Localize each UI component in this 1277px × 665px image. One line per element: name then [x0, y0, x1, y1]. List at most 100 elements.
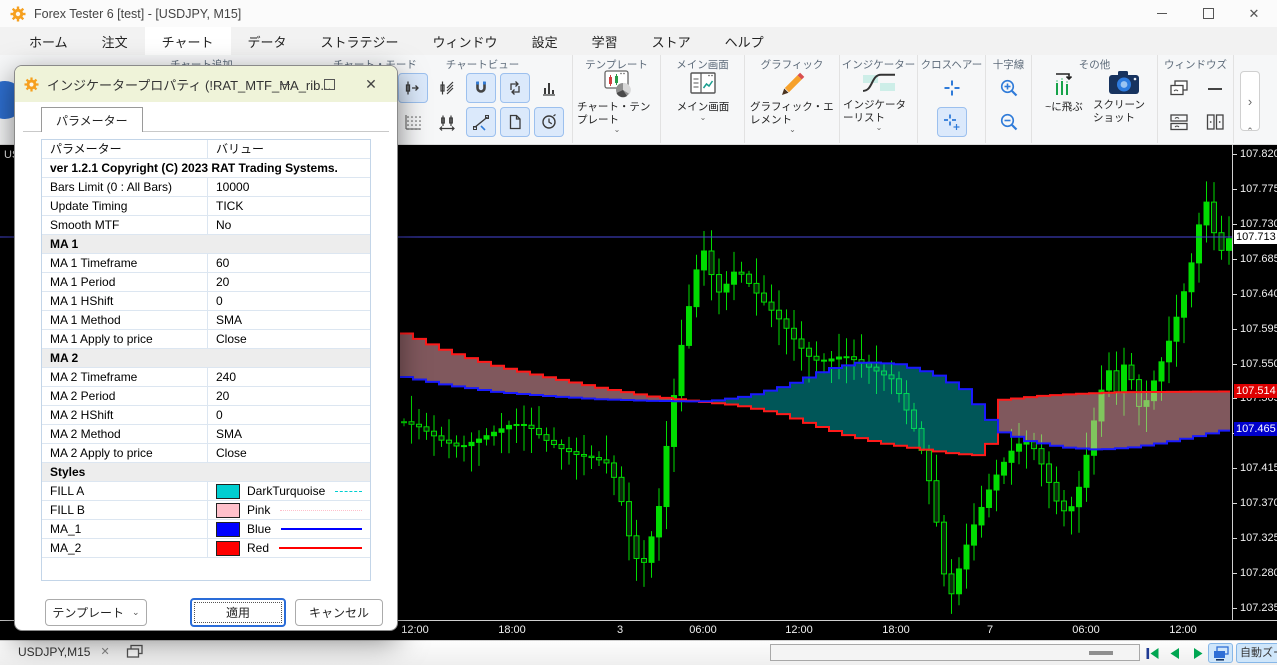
dialog-maximize-button[interactable] [309, 66, 349, 102]
param-value[interactable]: No [208, 216, 370, 234]
param-row-2[interactable]: Bars Limit (0 : All Bars) 10000 [42, 178, 370, 197]
graphic-elements-button[interactable]: グラフィック・エレメント ⌄ [750, 69, 835, 134]
period-sync-button[interactable] [534, 107, 564, 137]
param-row-10[interactable]: MA 1 Apply to price Close [42, 330, 370, 349]
bar-spacing-button[interactable] [432, 107, 462, 137]
go-first-button[interactable] [1143, 644, 1162, 662]
menu-item-3[interactable]: データ [231, 27, 304, 55]
news-button[interactable] [500, 107, 530, 137]
menu-item-2[interactable]: チャート [144, 27, 231, 55]
param-value[interactable]: 240 [208, 368, 370, 386]
chart-shift-button[interactable] [432, 73, 462, 103]
price-tick-label: 107.595 [1240, 322, 1277, 335]
cascade-windows-button[interactable] [1164, 73, 1194, 103]
param-row-13[interactable]: MA 2 Period 20 [42, 387, 370, 406]
param-name: MA_1 [42, 520, 208, 538]
color-swatch[interactable] [216, 540, 240, 556]
cancel-button[interactable]: キャンセル [295, 599, 383, 626]
menu-item-4[interactable]: ストラテジー [304, 27, 416, 55]
autoscroll-button[interactable] [398, 73, 428, 103]
offset-button[interactable] [500, 73, 530, 103]
grid-button[interactable] [398, 107, 428, 137]
auto-zoom-button[interactable]: 自動ズーム [1236, 643, 1277, 663]
menu-item-0[interactable]: ホーム [12, 27, 85, 55]
param-row-3[interactable]: Update Timing TICK [42, 197, 370, 216]
jump-to-button[interactable]: ~に飛ぶ [1035, 69, 1093, 114]
scrollbar-thumb[interactable] [1089, 651, 1113, 655]
minimize-all-button[interactable] [1200, 73, 1230, 103]
dialog-minimize-button[interactable] [265, 66, 305, 102]
ribbon-scroll-right-button[interactable]: › [1240, 71, 1260, 131]
ribbon-collapse-button[interactable]: ⌃ [1243, 125, 1257, 138]
new-window-icon[interactable] [126, 644, 144, 659]
step-forward-button[interactable] [1189, 644, 1208, 662]
color-swatch[interactable] [216, 502, 240, 518]
param-row-5[interactable]: MA 1 [42, 235, 370, 254]
magnet-button[interactable] [466, 73, 496, 103]
param-row-20[interactable]: MA_1 Blue [42, 520, 370, 539]
param-value[interactable]: TICK [208, 197, 370, 215]
sync-charts-button[interactable] [1208, 643, 1233, 663]
param-row-9[interactable]: MA 1 Method SMA [42, 311, 370, 330]
param-row-17[interactable]: Styles [42, 463, 370, 482]
param-row-8[interactable]: MA 1 HShift 0 [42, 292, 370, 311]
param-row-14[interactable]: MA 2 HShift 0 [42, 406, 370, 425]
param-row-15[interactable]: MA 2 Method SMA [42, 425, 370, 444]
param-value[interactable]: 10000 [208, 178, 370, 196]
color-swatch[interactable] [216, 521, 240, 537]
zoom-in-button[interactable] [994, 73, 1024, 103]
minimize-button[interactable] [1139, 0, 1185, 27]
menu-item-8[interactable]: ストア [635, 27, 708, 55]
chart-template-button[interactable]: チャート・テンプレート ⌄ [577, 69, 657, 134]
crosshair-button[interactable] [937, 73, 967, 103]
param-value[interactable]: 0 [208, 406, 370, 424]
dialog-close-button[interactable]: ✕ [351, 66, 391, 102]
param-name: パラメーター [42, 140, 208, 158]
volume-button[interactable] [534, 73, 564, 103]
param-row-18[interactable]: FILL A DarkTurquoise [42, 482, 370, 501]
trendline-icon [473, 115, 489, 131]
apply-button[interactable]: 適用 [190, 598, 286, 627]
param-value[interactable]: 0 [208, 292, 370, 310]
param-row-11[interactable]: MA 2 [42, 349, 370, 368]
param-row-21[interactable]: MA_2 Red [42, 539, 370, 558]
param-row-7[interactable]: MA 1 Period 20 [42, 273, 370, 292]
tile-vertical-button[interactable] [1200, 107, 1230, 137]
screenshot-button[interactable]: スクリーンショット [1093, 69, 1155, 124]
close-button[interactable]: ✕ [1231, 0, 1277, 27]
param-row-12[interactable]: MA 2 Timeframe 240 [42, 368, 370, 387]
dialog-titlebar[interactable]: インジケータープロパティ (!RAT_MTF_MA_rib... ✕ [15, 66, 397, 102]
param-row-1[interactable]: ver 1.2.1 Copyright (C) 2023 RAT Trading… [42, 159, 370, 178]
menu-item-7[interactable]: 学習 [575, 27, 635, 55]
param-row-6[interactable]: MA 1 Timeframe 60 [42, 254, 370, 273]
menu-item-1[interactable]: 注文 [85, 27, 145, 55]
tile-horizontal-button[interactable] [1164, 107, 1194, 137]
price-axis[interactable]: 107.820 107.775 107.730 107.685 107.640 107.5… [1232, 145, 1277, 620]
param-value[interactable]: SMA [208, 425, 370, 443]
param-value[interactable]: 20 [208, 387, 370, 405]
param-value[interactable]: 20 [208, 273, 370, 291]
tab-close-icon[interactable]: ✕ [100, 645, 109, 658]
param-value[interactable]: SMA [208, 311, 370, 329]
param-value[interactable]: 60 [208, 254, 370, 272]
main-screen-button[interactable]: メイン画面 ⌄ [667, 69, 739, 121]
menu-item-9[interactable]: ヘルプ [708, 27, 781, 55]
param-row-16[interactable]: MA 2 Apply to price Close [42, 444, 370, 463]
zoom-out-button[interactable] [994, 107, 1024, 137]
param-row-19[interactable]: FILL B Pink [42, 501, 370, 520]
menu-item-6[interactable]: 設定 [515, 27, 575, 55]
param-row-4[interactable]: Smooth MTF No [42, 216, 370, 235]
indicator-list-button[interactable]: インジケーターリスト ⌄ [843, 69, 915, 132]
step-back-button[interactable] [1165, 644, 1184, 662]
param-value[interactable]: Close [208, 330, 370, 348]
color-swatch[interactable] [216, 483, 240, 499]
template-button[interactable]: テンプレート ⌄ [45, 599, 147, 626]
menu-item-5[interactable]: ウィンドウ [416, 27, 515, 55]
chart-scrollbar[interactable] [770, 644, 1140, 661]
param-value[interactable]: Close [208, 444, 370, 462]
interpolation-button[interactable] [466, 107, 496, 137]
tab-parameters[interactable]: パラメーター [41, 107, 143, 132]
maximize-button[interactable] [1185, 0, 1231, 27]
crosshair-sync-button[interactable] [937, 107, 967, 137]
chart-tab[interactable]: USDJPY,M15 ✕ [18, 644, 144, 659]
